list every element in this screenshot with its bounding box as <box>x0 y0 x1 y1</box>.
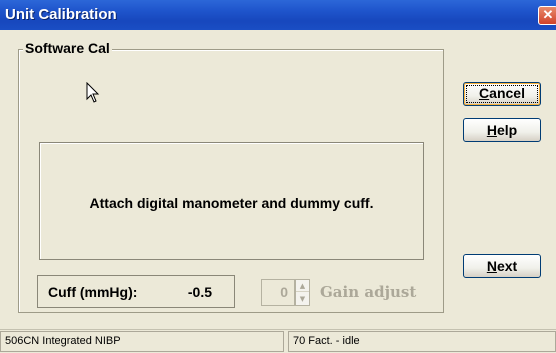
spin-up-icon[interactable]: ▲ <box>296 280 309 292</box>
status-device: 506CN Integrated NIBP <box>0 331 284 352</box>
cancel-button[interactable]: Cancel <box>463 82 541 106</box>
next-button[interactable]: Next <box>463 254 541 278</box>
cancel-accelerator: C <box>479 85 490 101</box>
cuff-label: Cuff (mmHg): <box>48 284 138 300</box>
gain-spinner[interactable]: ▲ ▼ <box>295 279 310 306</box>
cuff-value: -0.5 <box>187 284 212 300</box>
title-bar: Unit Calibration <box>0 0 556 30</box>
next-label: ext <box>496 258 518 274</box>
gain-input[interactable]: 0 <box>261 279 295 306</box>
gain-adjust-label: Gain adjust <box>320 283 417 301</box>
instruction-text: Attach digital manometer and dummy cuff. <box>89 195 374 211</box>
cancel-label: ancel <box>489 85 525 101</box>
mouse-pointer-icon <box>86 82 100 103</box>
help-accelerator: H <box>486 122 497 138</box>
window-title: Unit Calibration <box>5 6 117 23</box>
help-button[interactable]: Help <box>463 118 541 142</box>
spin-down-icon[interactable]: ▼ <box>296 293 309 305</box>
group-legend: Software Cal <box>23 40 112 56</box>
close-icon: ✕ <box>542 7 554 22</box>
close-button[interactable]: ✕ <box>538 6 556 25</box>
status-state: 70 Fact. - idle <box>288 331 556 352</box>
help-label: elp <box>496 122 518 138</box>
next-accelerator: N <box>486 258 497 274</box>
